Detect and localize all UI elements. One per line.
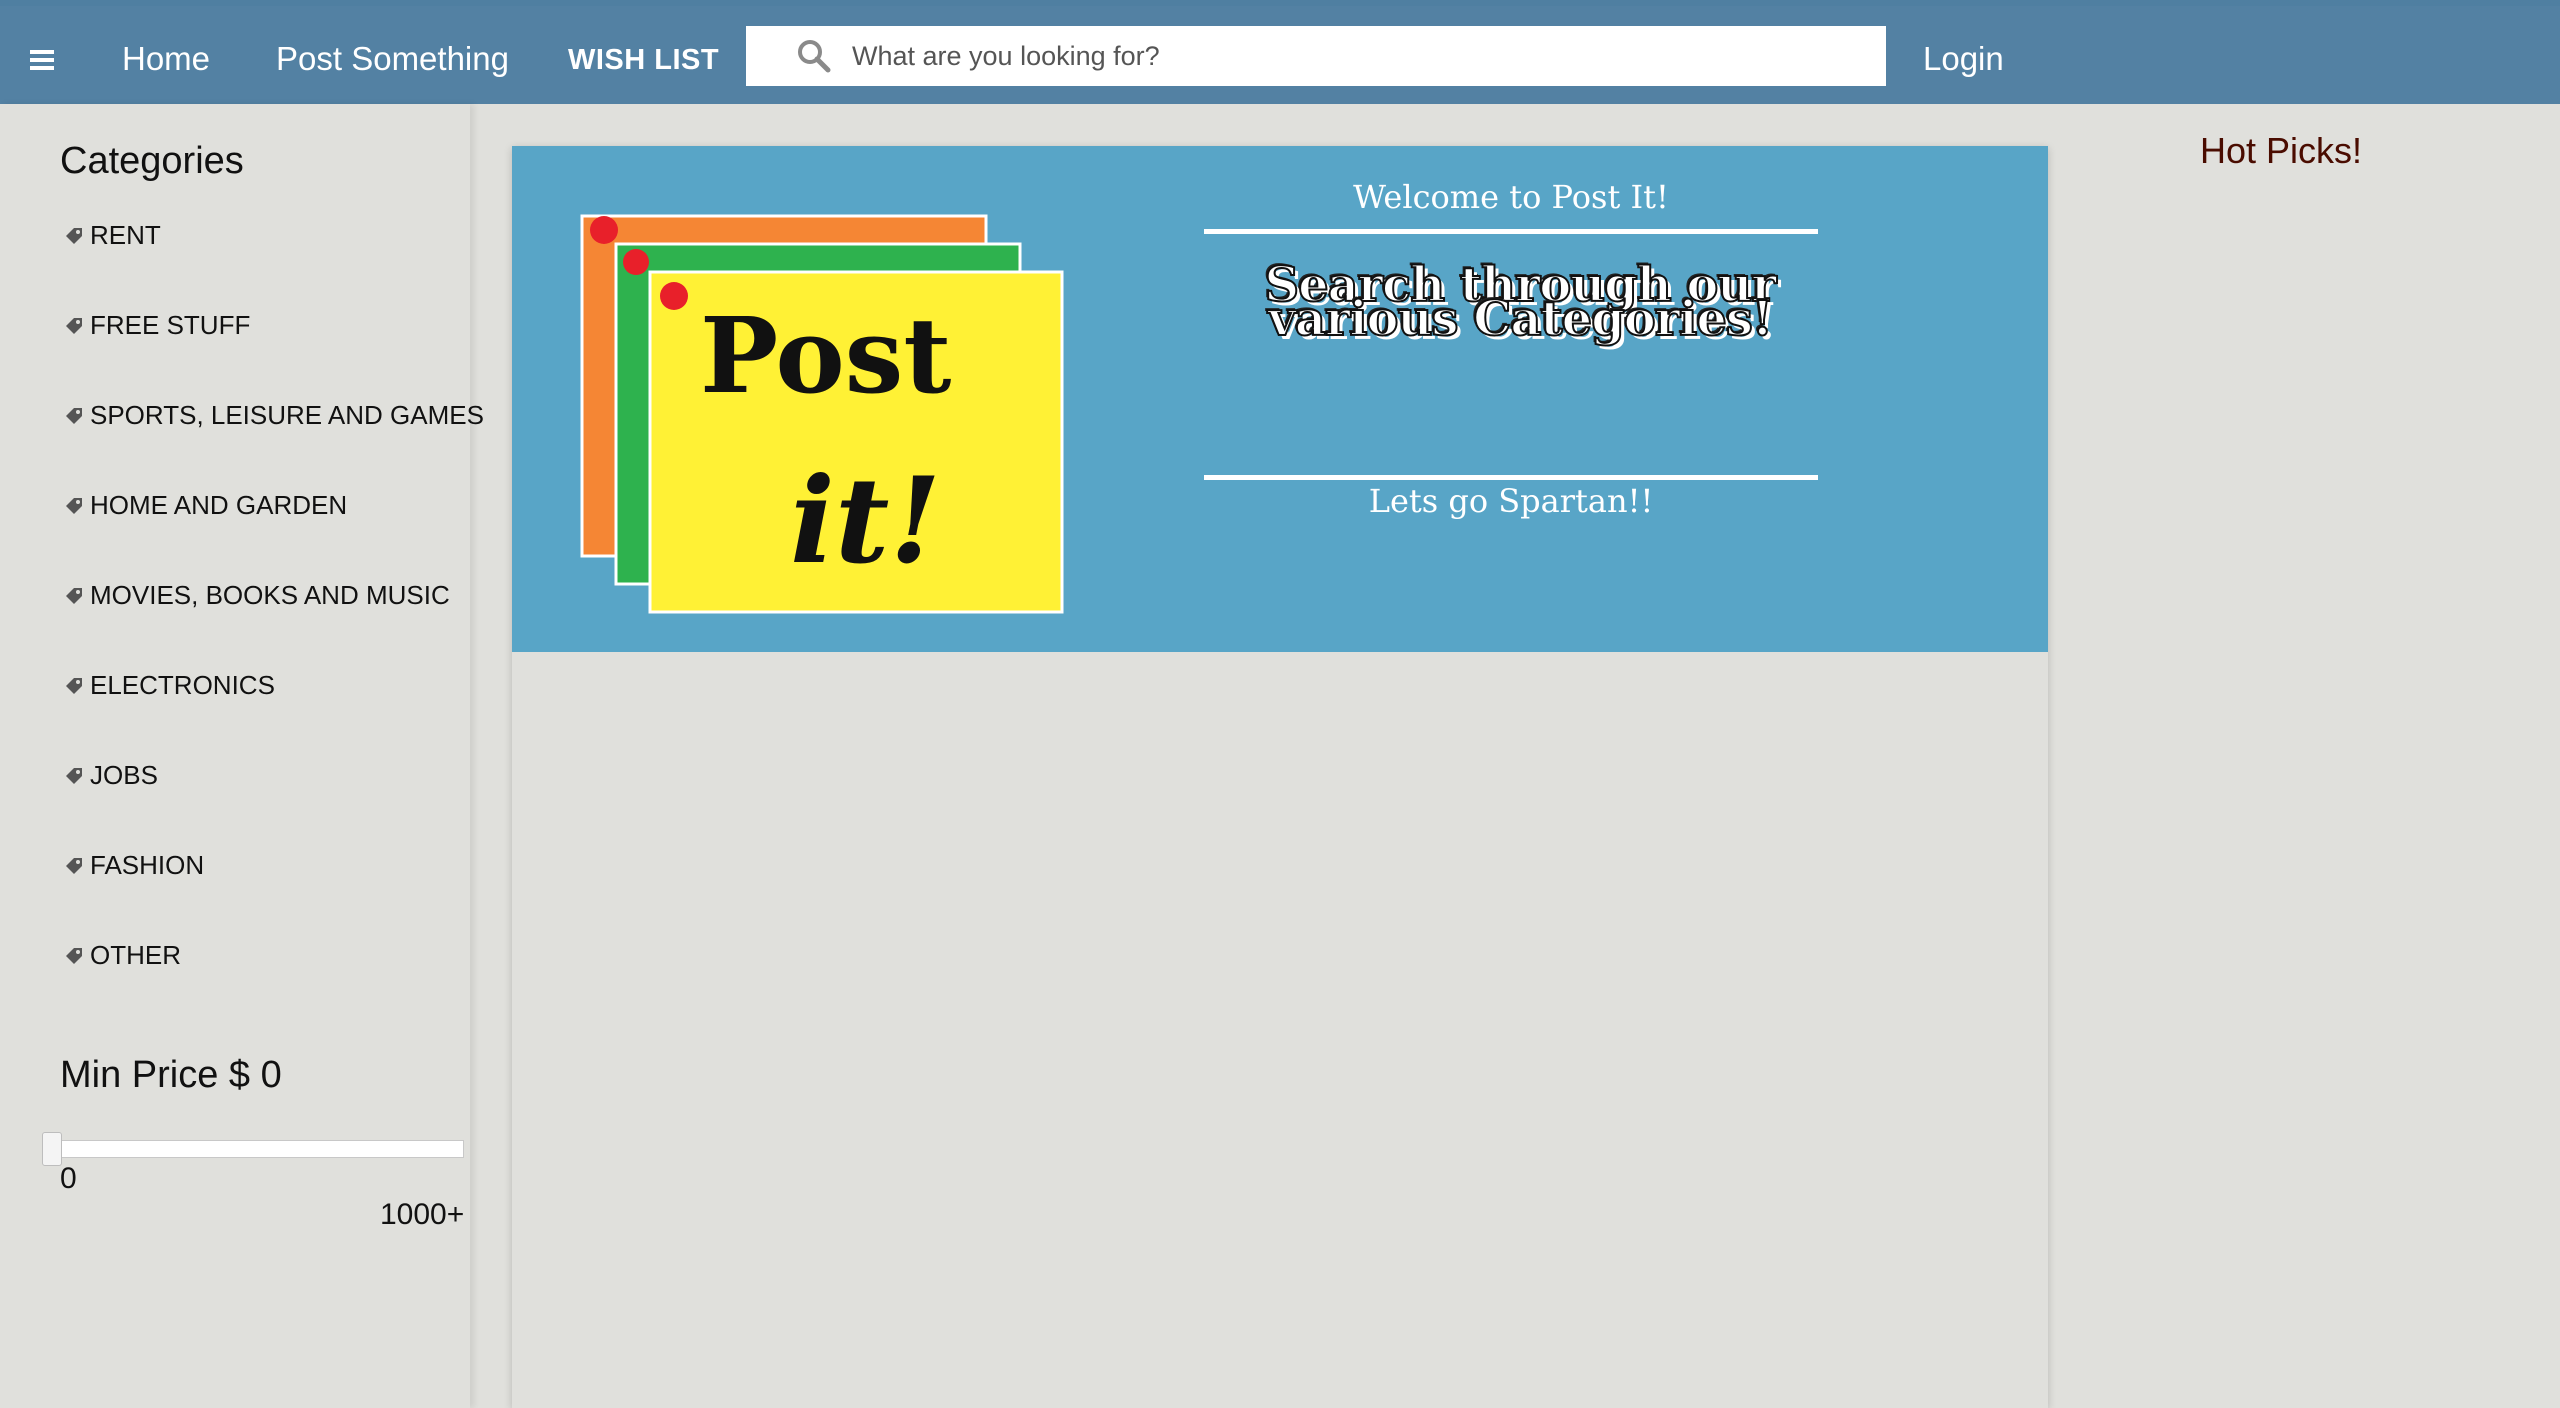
post-it-logo: Post it! <box>580 214 1064 614</box>
min-price-title: Min Price $ 0 <box>60 1054 282 1096</box>
price-slider-thumb[interactable] <box>42 1132 62 1166</box>
nav-wishlist-link[interactable]: WISH LIST <box>568 44 719 77</box>
search-icon <box>798 40 831 73</box>
tag-icon <box>66 407 82 424</box>
slider-max-label: 1000+ <box>380 1198 465 1231</box>
category-electronics[interactable]: ELECTRONICS <box>64 670 275 701</box>
tag-icon <box>66 947 82 964</box>
search-input[interactable] <box>852 32 1872 80</box>
nav-login-link[interactable]: Login <box>1923 40 2004 78</box>
category-fashion[interactable]: FASHION <box>64 850 204 881</box>
tag-icon <box>66 497 82 514</box>
nav-home-link[interactable]: Home <box>122 40 210 78</box>
category-label: HOME AND GARDEN <box>90 490 348 520</box>
logo-text-it: it! <box>790 451 941 590</box>
category-jobs[interactable]: JOBS <box>64 760 158 791</box>
welcome-text: Welcome to Post It! <box>1353 178 1669 216</box>
category-free-stuff[interactable]: FREE STUFF <box>64 310 250 341</box>
tag-icon <box>66 317 82 334</box>
category-label: ELECTRONICS <box>90 670 275 700</box>
tagline-text: Search through our various Categories! <box>1263 257 1777 347</box>
category-label: JOBS <box>90 760 158 790</box>
spartan-text: Lets go Spartan!! <box>1368 482 1654 520</box>
category-label: SPORTS, LEISURE AND GAMES <box>90 400 484 430</box>
tag-icon <box>66 857 82 874</box>
divider <box>1204 475 1818 480</box>
tag-icon <box>66 587 82 604</box>
logo-text-post: Post <box>700 294 951 417</box>
categories-title: Categories <box>60 140 244 182</box>
category-sports[interactable]: SPORTS, LEISURE AND GAMES <box>64 400 484 431</box>
category-label: MOVIES, BOOKS AND MUSIC <box>90 580 450 610</box>
category-other[interactable]: OTHER <box>64 940 181 971</box>
category-rent[interactable]: RENT <box>64 220 161 251</box>
category-label: FREE STUFF <box>90 310 251 340</box>
category-movies-books-music[interactable]: MOVIES, BOOKS AND MUSIC <box>64 580 450 611</box>
price-slider-track[interactable] <box>46 1140 464 1158</box>
category-label: FASHION <box>90 850 205 880</box>
hot-picks-title: Hot Picks! <box>2200 130 2363 171</box>
nav-post-something-link[interactable]: Post Something <box>276 40 509 78</box>
tag-icon <box>66 677 82 694</box>
divider <box>1204 229 1818 234</box>
category-label: RENT <box>90 220 161 250</box>
hamburger-icon[interactable] <box>30 50 54 70</box>
tag-icon <box>66 767 82 784</box>
tag-icon <box>66 227 82 244</box>
slider-min-label: 0 <box>60 1162 77 1195</box>
category-label: OTHER <box>90 940 181 970</box>
category-home-garden[interactable]: HOME AND GARDEN <box>64 490 347 521</box>
